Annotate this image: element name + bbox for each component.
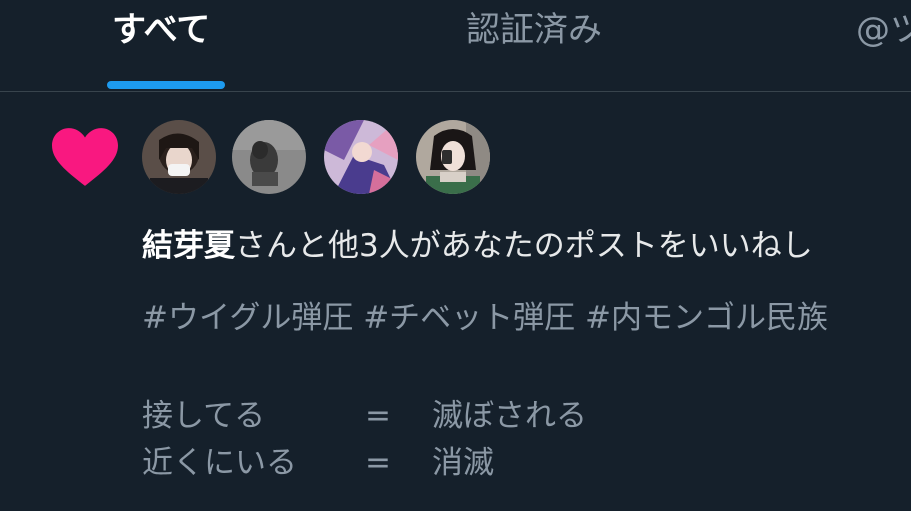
notification-summary: 結芽夏さんと他3人があなたのポストをいいねし — [142, 224, 813, 268]
avatar[interactable] — [232, 120, 306, 194]
post-hashtags: #ウイグル弾圧 #チベット弾圧 #内モンゴル民族 — [142, 300, 829, 336]
post-line-left: 接してる — [142, 398, 266, 434]
post-line-right: 滅ぼされる — [432, 398, 587, 434]
summary-text: さんと他3人があなたのポストをいいねし — [235, 228, 813, 264]
active-tab-indicator — [107, 81, 225, 89]
heart-icon — [52, 128, 118, 186]
avatar[interactable] — [142, 120, 216, 194]
post-line-left: 近くにいる — [142, 445, 297, 481]
user-name-link[interactable]: 結芽夏 — [142, 228, 235, 264]
tab-mentions[interactable]: @ツ — [856, 8, 911, 52]
avatar[interactable] — [416, 120, 490, 194]
post-line-right: 消滅 — [432, 445, 494, 481]
avatar[interactable] — [324, 120, 398, 194]
notifications-page: すべて 認証済み @ツ 結芽夏さんと他3人があなたのポストをいいねし #ウイグル… — [0, 0, 911, 511]
tab-verified[interactable]: 認証済み — [466, 8, 602, 52]
tab-all[interactable]: すべて — [112, 8, 210, 52]
post-line-equals: = — [365, 398, 391, 434]
notification-tabs: すべて 認証済み @ツ — [0, 0, 911, 92]
post-line-equals: = — [365, 445, 391, 481]
